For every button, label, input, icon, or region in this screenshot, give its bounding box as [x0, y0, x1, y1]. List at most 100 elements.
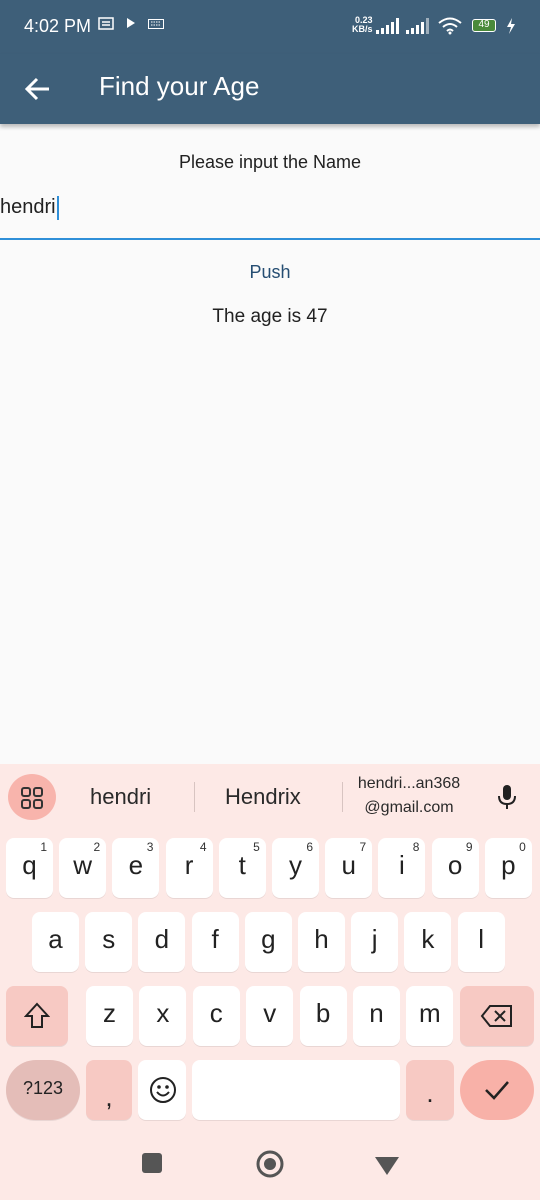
key-m[interactable]: m [406, 986, 454, 1046]
key-label: k [421, 924, 435, 954]
backspace-icon [480, 1004, 514, 1035]
play-icon [126, 17, 136, 32]
page-title: Find your Age [99, 71, 260, 101]
key-label: x [156, 998, 170, 1028]
signal-icon-sim1 [376, 18, 402, 37]
name-input-value: hendri [0, 196, 56, 218]
key-label: f [211, 924, 219, 954]
key-w[interactable]: 2w [59, 838, 107, 898]
key-l[interactable]: l [457, 912, 505, 972]
key-label: p [501, 850, 516, 880]
recent-apps-icon[interactable] [141, 1152, 163, 1179]
network-speed: 0.23 KB/s [352, 16, 373, 34]
suggestion-email-line2: @gmail.com [364, 799, 454, 816]
key-y[interactable]: 6y [272, 838, 319, 898]
grid-icon [21, 787, 43, 814]
shift-icon [23, 1002, 51, 1037]
period-key[interactable]: . [406, 1060, 454, 1120]
key-h[interactable]: h [298, 912, 345, 972]
age-result-text: The age is 47 [212, 306, 328, 327]
suggestion-divider [342, 782, 343, 812]
key-label: a [48, 924, 63, 954]
key-v[interactable]: v [246, 986, 294, 1046]
key-u[interactable]: 7u [325, 838, 373, 898]
symbols-key-label: ?123 [22, 1078, 64, 1098]
suggestion-email-line1: hendri...an368 [357, 775, 461, 792]
key-o[interactable]: 9o [431, 838, 479, 898]
suggestion-email[interactable]: hendri...an368 @gmail.com [344, 772, 474, 820]
key-label: n [369, 998, 384, 1028]
app-bar: Find your Age [0, 54, 540, 124]
charging-icon [506, 18, 516, 37]
wifi-icon [438, 17, 462, 38]
key-j[interactable]: j [351, 912, 399, 972]
shift-key[interactable] [6, 986, 68, 1046]
comma-key[interactable]: , [86, 1060, 132, 1120]
key-g[interactable]: g [244, 912, 292, 972]
key-label: y [289, 850, 302, 880]
arrow-back-icon [24, 76, 52, 107]
soft-keyboard: hendri Hendrix hendri...an368 @gmail.com… [0, 764, 540, 1200]
key-label: t [238, 850, 246, 880]
key-c[interactable]: c [192, 986, 240, 1046]
key-e[interactable]: 3e [112, 838, 160, 898]
key-n[interactable]: n [353, 986, 400, 1046]
key-label: v [263, 998, 277, 1028]
enter-key[interactable] [460, 1060, 534, 1120]
comma-key-label: , [105, 1082, 113, 1112]
symbols-key[interactable]: ?123 [6, 1060, 80, 1120]
key-label: r [184, 850, 194, 880]
key-x[interactable]: x [139, 986, 187, 1046]
signal-icon-sim2 [406, 18, 432, 37]
emoji-key[interactable] [138, 1060, 186, 1120]
name-input[interactable]: hendri [0, 186, 540, 240]
key-t[interactable]: 5t [218, 838, 266, 898]
backspace-key[interactable] [460, 986, 534, 1046]
key-label: e [128, 850, 144, 880]
key-label: j [371, 924, 378, 954]
key-label: s [102, 924, 116, 954]
key-q[interactable]: 1q [6, 838, 53, 898]
key-k[interactable]: k [404, 912, 452, 972]
name-prompt-label: Please input the Name [178, 152, 362, 172]
key-label: h [314, 924, 329, 954]
keyboard-menu-button[interactable] [8, 774, 56, 820]
key-f[interactable]: f [191, 912, 239, 972]
key-a[interactable]: a [32, 912, 79, 972]
key-i[interactable]: 8i [378, 838, 426, 898]
key-label: m [419, 998, 441, 1028]
key-label: d [154, 924, 170, 954]
key-s[interactable]: s [85, 912, 133, 972]
key-label: z [103, 998, 116, 1028]
period-key-label: . [426, 1078, 434, 1108]
key-label: w [73, 850, 93, 880]
key-label: l [478, 924, 484, 954]
checkmark-icon [484, 1079, 510, 1106]
keyboard-status-icon [148, 17, 164, 32]
home-icon[interactable] [256, 1150, 284, 1183]
key-label: g [261, 924, 276, 954]
key-r[interactable]: 4r [165, 838, 213, 898]
network-speed-unit: KB/s [352, 24, 373, 34]
key-label: q [22, 850, 37, 880]
microphone-icon[interactable] [492, 782, 522, 812]
key-b[interactable]: b [299, 986, 347, 1046]
back-nav-icon[interactable] [374, 1156, 400, 1181]
key-label: i [399, 850, 405, 880]
battery-icon: 49 [472, 19, 496, 32]
push-button[interactable]: Push [230, 252, 310, 292]
suggestion-divider [194, 782, 195, 812]
key-p[interactable]: 0p [484, 838, 532, 898]
notification-icon [98, 17, 114, 33]
key-label: o [447, 850, 463, 880]
key-label: u [341, 850, 356, 880]
back-button[interactable] [14, 66, 62, 112]
suggestion-1[interactable]: hendri [90, 784, 151, 810]
status-time: 4:02 PM [24, 16, 92, 36]
key-z[interactable]: z [86, 986, 133, 1046]
space-key[interactable] [192, 1060, 400, 1120]
status-bar: 4:02 PM 0.23 KB/s 49 [0, 0, 540, 54]
suggestion-2[interactable]: Hendrix [225, 784, 301, 810]
key-d[interactable]: d [138, 912, 186, 972]
emoji-icon [149, 1076, 177, 1111]
